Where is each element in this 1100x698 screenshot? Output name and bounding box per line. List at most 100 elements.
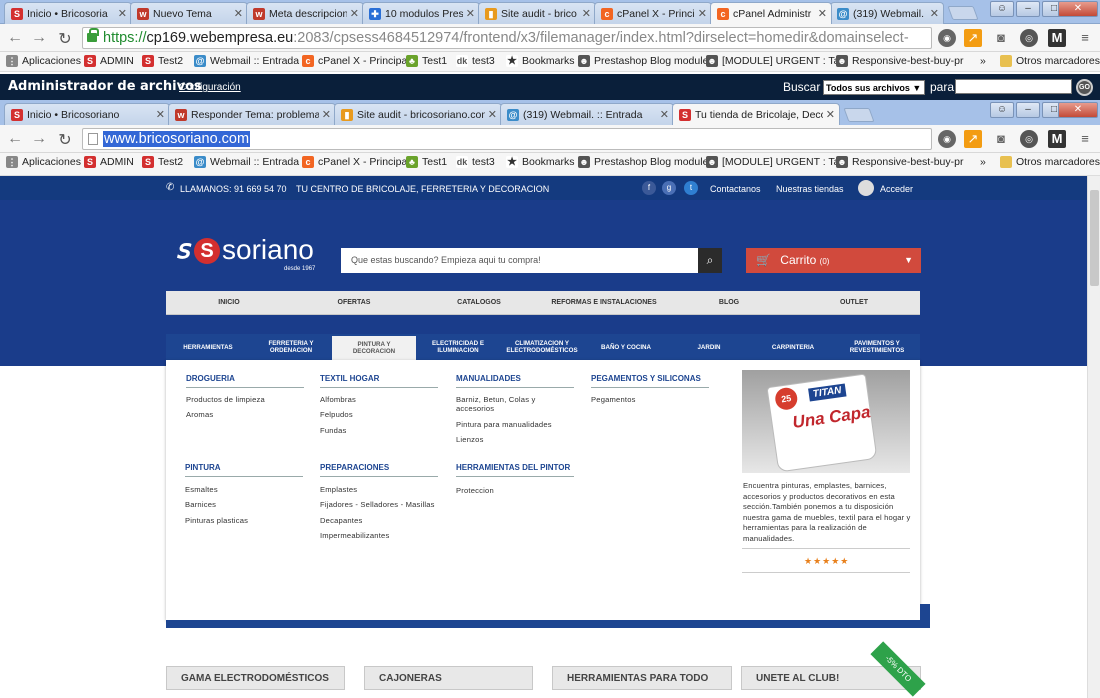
inner-tab-2[interactable]: ▮ Site audit - bricosoriano.com ✕ — [334, 103, 502, 125]
googleplus-icon[interactable]: g — [662, 181, 676, 195]
menu-link[interactable]: Barnices — [185, 500, 216, 509]
bookmark-test1[interactable]: ♣ Test1 — [406, 156, 447, 168]
group-title[interactable]: DROGUERIA — [186, 374, 304, 388]
bookmark-test3[interactable]: dk test3 — [456, 156, 495, 168]
inner-address-bar[interactable]: www.bricosoriano.com — [82, 128, 932, 150]
bookmark-apps[interactable]: ⋮ Aplicaciones — [6, 156, 81, 168]
new-tab-button[interactable] — [843, 108, 875, 122]
cat-carpinteria[interactable]: CARPINTERIA — [772, 334, 814, 360]
tab-herramientas[interactable]: HERRAMIENTAS PARA TODO — [552, 666, 732, 690]
bookmark-bookmarks[interactable]: ★ Bookmarks — [506, 55, 575, 67]
outer-tab-0[interactable]: S Inicio • Bricosoria ✕ — [4, 2, 132, 24]
group-title[interactable]: PREPARACIONES — [320, 463, 438, 477]
menu-link[interactable]: Fundas — [320, 426, 347, 435]
menu-link[interactable]: Felpudos — [320, 410, 353, 419]
config-link[interactable]: Configuración — [179, 82, 241, 93]
user-icon[interactable]: ☺ — [990, 102, 1014, 118]
search-icon[interactable]: ⌕ — [698, 248, 722, 273]
outer-tab-4[interactable]: ▮ Site audit - brico ✕ — [478, 2, 596, 24]
cat-ferreteria[interactable]: FERRETERIA Y ORDENACION — [268, 334, 313, 360]
menu-link[interactable]: Pinturas plasticas — [185, 516, 248, 525]
group-title[interactable]: PEGAMENTOS Y SILICONAS — [591, 374, 709, 388]
page-scrollbar[interactable] — [1087, 176, 1100, 698]
reload-icon[interactable]: ↻ — [56, 130, 74, 150]
extension2-icon[interactable]: ◎ — [1020, 130, 1038, 148]
scrollbar-thumb[interactable] — [1090, 190, 1099, 286]
cart-button[interactable]: 🛒 Carrito (0) ▼ — [746, 248, 921, 273]
close-icon[interactable]: ✕ — [698, 7, 707, 20]
m-icon[interactable]: M — [1048, 130, 1066, 148]
inner-tab-4[interactable]: S Tu tienda de Bricolaje, Decor ✕ — [672, 103, 840, 125]
bookmark-prestashop-blog[interactable]: ☻ Prestashop Blog module — [578, 55, 708, 67]
close-icon[interactable]: ✕ — [818, 7, 827, 20]
menu-link[interactable]: Alfombras — [320, 395, 356, 404]
bookmark-admin[interactable]: S ADMIN — [84, 156, 134, 168]
cat-pintura[interactable]: PINTURA Y DECORACION — [332, 334, 416, 360]
go-button[interactable]: GO — [1076, 79, 1093, 96]
back-icon[interactable]: ← — [6, 130, 24, 148]
close-icon[interactable]: ✕ — [234, 7, 243, 20]
bookmarks-overflow[interactable]: » — [980, 156, 986, 168]
extension2-icon[interactable]: ◎ — [1020, 29, 1038, 47]
tab-cajoneras[interactable]: CAJONERAS — [364, 666, 533, 690]
close-icon[interactable]: ✕ — [466, 7, 475, 20]
bookmark-webmail[interactable]: @ Webmail :: Entrada — [194, 55, 299, 67]
extension-icon[interactable]: ◉ — [938, 29, 956, 47]
bookmarks-overflow[interactable]: » — [980, 55, 986, 67]
bookmark-other[interactable]: Otros marcadores — [1000, 55, 1100, 67]
nav-outlet[interactable]: OUTLET — [840, 299, 868, 306]
menu-link[interactable]: Barniz, Betun, Colas y accesorios — [456, 395, 536, 413]
bookmark-responsive[interactable]: ☻ Responsive-best-buy-pr — [836, 156, 963, 168]
bookmark-module-urgent[interactable]: ☻ [MODULE] URGENT : Ta — [706, 156, 839, 168]
menu-link[interactable]: Productos de limpieza — [186, 395, 265, 404]
tab-electrodomesticos[interactable]: GAMA ELECTRODOMÉSTICOS — [166, 666, 345, 690]
bookmark-admin[interactable]: S ADMIN — [84, 55, 134, 67]
close-icon[interactable]: ✕ — [826, 108, 835, 121]
site-search-input[interactable]: Que estas buscando? Empieza aqui tu comp… — [341, 248, 698, 273]
close-window-button[interactable]: ✕ — [1058, 1, 1098, 17]
site-logo[interactable]: ꜱ S soriano desde 1967 — [176, 232, 326, 272]
menu-link[interactable]: Fijadores - Selladores - Masillas — [320, 500, 435, 509]
menu-link[interactable]: Proteccion — [456, 486, 494, 495]
user-icon[interactable]: ☺ — [990, 1, 1014, 17]
cat-climatizacion[interactable]: CLIMATIZACION Y ELECTRODOMÉSTICOS — [506, 334, 577, 360]
close-icon[interactable]: ✕ — [118, 7, 127, 20]
menu-link[interactable]: Emplastes — [320, 485, 357, 494]
bookmark-webmail[interactable]: @ Webmail :: Entrada — [194, 156, 299, 168]
cat-bano-cocina[interactable]: BAÑO Y COCINA — [601, 334, 651, 360]
bookmark-cpanel[interactable]: c cPanel X - Principal — [302, 55, 410, 67]
close-icon[interactable]: ✕ — [488, 108, 497, 121]
close-icon[interactable]: ✕ — [156, 108, 165, 121]
nav-reformas[interactable]: REFORMAS E INSTALACIONES — [551, 299, 656, 306]
outer-tab-3[interactable]: ✚ 10 modulos Prest ✕ — [362, 2, 480, 24]
close-icon[interactable]: ✕ — [322, 108, 331, 121]
new-tab-button[interactable] — [947, 6, 979, 20]
reload-icon[interactable]: ↻ — [56, 29, 74, 49]
outer-address-bar[interactable]: https://cp169.webempresa.eu:2083/cpsess4… — [82, 27, 932, 49]
close-icon[interactable]: ✕ — [930, 7, 939, 20]
nav-catalogos[interactable]: CATALOGOS — [457, 299, 501, 306]
bookmark-test2[interactable]: S Test2 — [142, 156, 183, 168]
bookmark-bookmarks[interactable]: ★ Bookmarks — [506, 156, 575, 168]
group-title[interactable]: MANUALIDADES — [456, 374, 574, 388]
close-icon[interactable]: ✕ — [582, 7, 591, 20]
bookmark-module-urgent[interactable]: ☻ [MODULE] URGENT : Ta — [706, 55, 839, 67]
inner-tab-1[interactable]: w Responder Tema: problema c ✕ — [168, 103, 336, 125]
outer-tab-6[interactable]: c cPanel Administr ✕ — [710, 2, 832, 24]
camera-icon[interactable]: ◙ — [992, 130, 1010, 148]
close-icon[interactable]: ✕ — [350, 7, 359, 20]
camera-icon[interactable]: ◙ — [992, 29, 1010, 47]
menu-link[interactable]: Aromas — [186, 410, 213, 419]
twitter-icon[interactable]: t — [684, 181, 698, 195]
forward-icon[interactable]: → — [30, 29, 48, 47]
menu-link[interactable]: Pintura para manualidades — [456, 420, 552, 429]
cat-jardin[interactable]: JARDIN — [697, 334, 720, 360]
menu-icon[interactable]: ≡ — [1076, 29, 1094, 47]
cat-herramientas[interactable]: HERRAMIENTAS — [183, 334, 232, 360]
nav-blog[interactable]: BLOG — [719, 299, 739, 306]
m-icon[interactable]: M — [1048, 29, 1066, 47]
bookmark-test3[interactable]: dk test3 — [456, 55, 495, 67]
search-scope-select[interactable]: Todos sus archivos ▼ — [823, 80, 925, 95]
bookmark-responsive[interactable]: ☻ Responsive-best-buy-pr — [836, 55, 963, 67]
menu-link[interactable]: Impermeabilizantes — [320, 531, 389, 540]
